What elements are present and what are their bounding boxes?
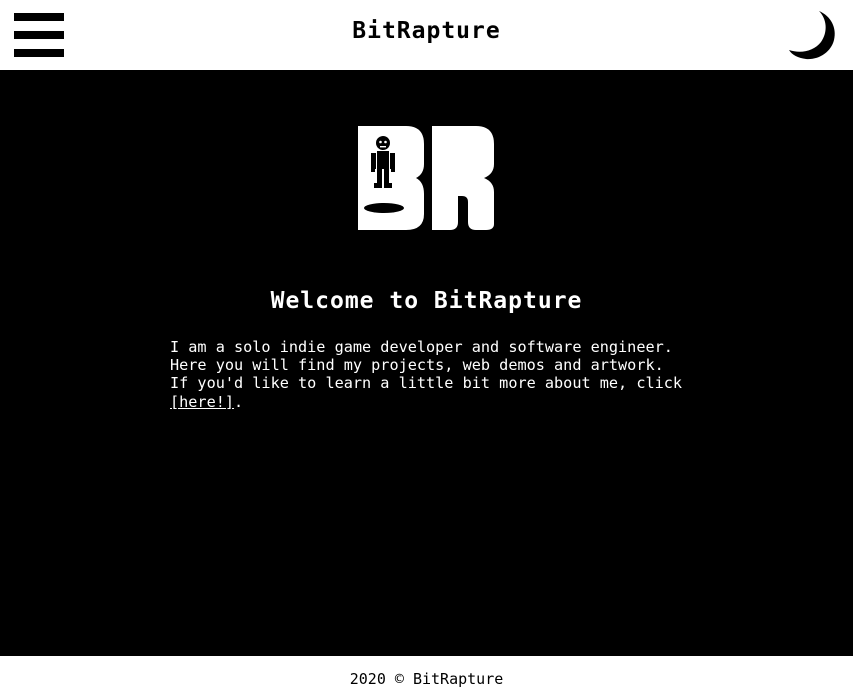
site-header: BitRapture	[0, 0, 853, 70]
intro-line-1: I am a solo indie game developer and sof…	[170, 338, 673, 356]
site-footer: 2020 © BitRapture	[0, 656, 853, 700]
bitrapture-logo	[358, 126, 496, 230]
about-me-link[interactable]: [here!]	[170, 393, 234, 411]
moon-icon-graphic	[789, 11, 835, 60]
intro-period: .	[234, 392, 244, 411]
copyright-text: 2020 © BitRapture	[349, 670, 504, 688]
moon-icon[interactable]	[787, 8, 841, 62]
intro-text: I am a solo indie game developer and sof…	[170, 338, 730, 411]
intro-line-2: Here you will find my projects, web demo…	[170, 356, 664, 375]
logo-graphic	[358, 126, 494, 230]
menu-bar-bottom	[14, 49, 64, 57]
intro-line-4: [here!].	[170, 393, 730, 411]
site-title: BitRapture	[352, 18, 501, 44]
main-content: Welcome to BitRapture I am a solo indie …	[0, 70, 853, 656]
intro-line-3: If you'd like to learn a little bit more…	[170, 374, 683, 393]
welcome-heading: Welcome to BitRapture	[270, 288, 583, 314]
